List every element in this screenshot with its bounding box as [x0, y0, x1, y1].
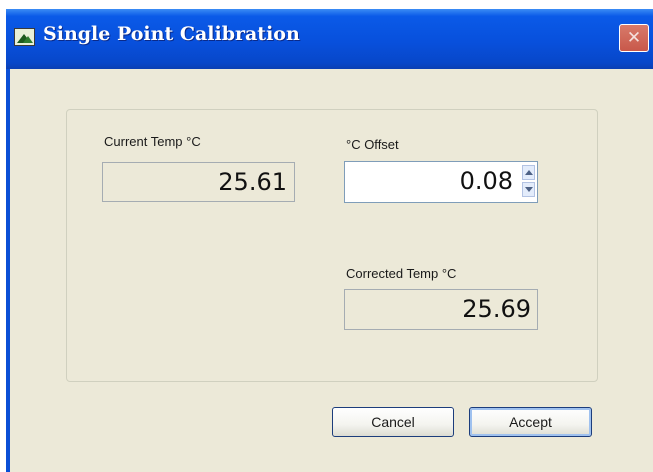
accept-button[interactable]: Accept — [469, 407, 592, 437]
current-temp-label: Current Temp °C — [104, 134, 201, 149]
title-bar[interactable]: Single Point Calibration ✕ — [6, 9, 653, 69]
dialog-body: Current Temp °C 25.61 °C Offset 0.08 Cor… — [10, 69, 653, 472]
close-icon[interactable]: ✕ — [619, 24, 649, 52]
calibration-groupbox: Current Temp °C 25.61 °C Offset 0.08 Cor… — [66, 109, 598, 382]
app-icon-mountain-small — [23, 36, 33, 43]
cancel-button[interactable]: Cancel — [332, 407, 454, 437]
offset-value: 0.08 — [459, 167, 513, 195]
calibration-dialog: Single Point Calibration ✕ Current Temp … — [6, 9, 653, 472]
landscape-icon — [14, 28, 35, 46]
offset-spinner[interactable] — [522, 165, 535, 197]
chevron-down-icon[interactable] — [522, 182, 535, 197]
current-temp-field: 25.61 — [102, 162, 295, 202]
chevron-up-icon[interactable] — [522, 165, 535, 180]
offset-input[interactable]: 0.08 — [344, 161, 538, 203]
window-title: Single Point Calibration — [43, 23, 300, 45]
offset-label: °C Offset — [346, 137, 399, 152]
corrected-temp-field: 25.69 — [344, 289, 538, 330]
corrected-temp-label: Corrected Temp °C — [346, 266, 457, 281]
